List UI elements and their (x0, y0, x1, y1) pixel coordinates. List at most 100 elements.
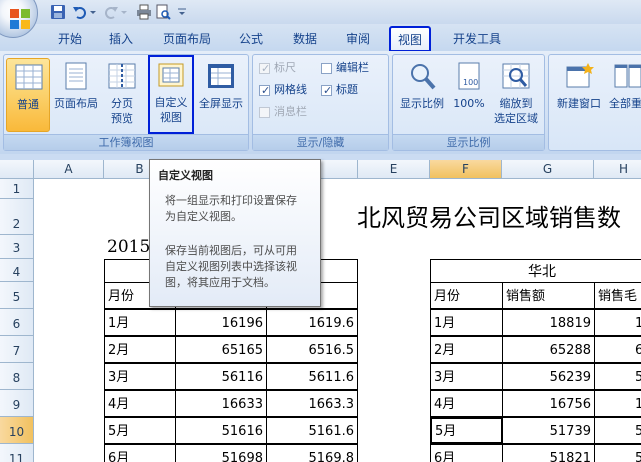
page-layout-view-button[interactable]: 页面布局 (50, 58, 102, 132)
formula-bar-checkbox[interactable]: 编辑栏 (321, 60, 387, 76)
table-cell[interactable]: 51616 (175, 417, 267, 444)
table-cell[interactable]: 5161.6 (266, 417, 358, 444)
table-cell[interactable]: 3月 (430, 363, 503, 390)
row-header-9[interactable]: 9 (0, 390, 34, 417)
table-cell[interactable]: 6 (594, 336, 641, 363)
excel-window: 开始 插入 页面布局 公式 数据 审阅 视图 开发工具 普通 页面布局 分页 预览 (0, 0, 641, 462)
ruler-checkbox[interactable]: ✓ 标尺 (259, 60, 319, 76)
zoom-100-button[interactable]: 100 100% (450, 58, 488, 132)
tab-insert[interactable]: 插入 (101, 28, 141, 51)
row-header-1[interactable]: 1 (0, 179, 34, 199)
headings-checkbox[interactable]: ✓ 标题 (321, 82, 381, 98)
table-cell[interactable]: 56116 (175, 363, 267, 390)
table-cell[interactable]: 51698 (175, 444, 267, 462)
table-cell[interactable]: 2月 (430, 336, 503, 363)
row-header-7[interactable]: 7 (0, 336, 34, 363)
arrange-all-button[interactable]: 全部重 (607, 58, 641, 132)
table-cell[interactable]: 6516.5 (266, 336, 358, 363)
col-header-f[interactable]: F (430, 160, 502, 179)
col-header-e[interactable]: E (358, 160, 430, 179)
tooltip-line: 图，将其应用于文档。 (165, 276, 275, 289)
tooltip-line: 保存当前视图后，可从可用 (165, 244, 297, 257)
row-header-10[interactable]: 10 (0, 417, 34, 444)
table-cell[interactable]: 5169.8 (266, 444, 358, 462)
zoom-button[interactable]: 显示比例 (395, 58, 449, 132)
tab-home[interactable]: 开始 (50, 28, 90, 51)
print-icon[interactable] (136, 4, 152, 20)
table-cell[interactable]: 5 (594, 417, 641, 444)
row-header-5[interactable]: 5 (0, 282, 34, 309)
row-header-3[interactable]: 3 (0, 235, 34, 259)
table-cell[interactable]: 16633 (175, 390, 267, 417)
row-header-4[interactable]: 4 (0, 259, 34, 282)
table-cell[interactable]: 5 (594, 444, 641, 462)
select-all-corner[interactable] (0, 160, 34, 179)
undo-dropdown-icon[interactable] (89, 4, 97, 20)
region-header-cell[interactable]: 华北 (430, 259, 641, 283)
table-cell[interactable]: 2月 (104, 336, 176, 363)
table-cell[interactable]: 5611.6 (266, 363, 358, 390)
table-cell[interactable]: 6月 (104, 444, 176, 462)
table-cell[interactable]: 5 (594, 363, 641, 390)
right-month-header[interactable]: 月份 (430, 282, 503, 309)
table-cell[interactable]: 56239 (502, 363, 595, 390)
table-cell[interactable]: 16756 (502, 390, 595, 417)
sheet-title: 北风贸易公司区域销售数 (357, 204, 621, 232)
row-header-2[interactable]: 2 (0, 199, 34, 235)
table-cell[interactable]: 1月 (104, 309, 176, 336)
normal-view-button[interactable]: 普通 (6, 58, 50, 132)
table-cell[interactable]: 1月 (430, 309, 503, 336)
tab-page-layout[interactable]: 页面布局 (154, 28, 220, 51)
table-cell[interactable]: 1663.3 (266, 390, 358, 417)
table-cell[interactable]: 65288 (502, 336, 595, 363)
zoom-to-selection-button[interactable]: 缩放到 选定区域 (489, 58, 543, 132)
tab-formulas[interactable]: 公式 (231, 28, 271, 51)
tab-data[interactable]: 数据 (285, 28, 325, 51)
table-cell[interactable]: 1 (594, 390, 641, 417)
custom-views-tooltip: 自定义视图 将一组显示和打印设置保存 为自定义视图。 保存当前视图后，可从可用 … (149, 159, 321, 307)
new-window-icon (566, 63, 594, 88)
table-cell[interactable]: 51821 (502, 444, 595, 462)
table-cell[interactable]: 6月 (430, 444, 503, 462)
table-cell[interactable]: 1 (594, 309, 641, 336)
page-layout-view-label: 页面布局 (54, 97, 98, 110)
full-screen-button[interactable]: 全屏显示 (195, 58, 247, 132)
new-window-label: 新建窗口 (557, 97, 601, 110)
tab-view[interactable]: 视图 (389, 26, 431, 52)
table-cell[interactable]: 1619.6 (266, 309, 358, 336)
table-cell[interactable]: 4月 (430, 390, 503, 417)
print-preview-icon[interactable] (155, 4, 171, 20)
right-sales-header[interactable]: 销售额 (502, 282, 595, 309)
row-header-8[interactable]: 8 (0, 363, 34, 390)
table-cell[interactable]: 18819 (502, 309, 595, 336)
redo-icon[interactable] (103, 4, 119, 20)
active-cell[interactable]: 5月 (430, 417, 503, 444)
row-header-6[interactable]: 6 (0, 309, 34, 336)
tooltip-line: 将一组显示和打印设置保存 (165, 194, 297, 207)
tab-review[interactable]: 审阅 (338, 28, 378, 51)
col-header-h[interactable]: H (594, 160, 641, 179)
col-header-a[interactable]: A (34, 160, 104, 179)
redo-dropdown-icon[interactable] (120, 4, 128, 20)
tooltip-title: 自定义视图 (158, 169, 213, 182)
table-cell[interactable]: 16196 (175, 309, 267, 336)
table-cell[interactable]: 65165 (175, 336, 267, 363)
page-break-preview-button[interactable]: 分页 预览 (103, 58, 141, 132)
table-cell[interactable]: 4月 (104, 390, 176, 417)
gridlines-checkbox[interactable]: ✓ 网格线 (259, 82, 319, 98)
right-margin-header[interactable]: 销售毛 (594, 282, 641, 309)
table-cell[interactable]: 51739 (502, 417, 595, 444)
col-header-g[interactable]: G (502, 160, 594, 179)
custom-views-button[interactable]: 自定义 视图 (148, 55, 194, 134)
customize-qat-icon[interactable] (177, 4, 187, 20)
save-icon[interactable] (50, 4, 66, 20)
table-cell[interactable]: 5月 (104, 417, 176, 444)
table-cell[interactable]: 3月 (104, 363, 176, 390)
page-break-preview-label: 分页 预览 (111, 97, 133, 125)
message-bar-checkbox[interactable]: 消息栏 (259, 104, 319, 120)
undo-icon[interactable] (72, 4, 88, 20)
new-window-button[interactable]: 新建窗口 (553, 58, 605, 132)
row-header-11[interactable]: 11 (0, 444, 34, 462)
tab-developer[interactable]: 开发工具 (444, 28, 510, 51)
zoom-to-selection-icon (502, 63, 530, 89)
